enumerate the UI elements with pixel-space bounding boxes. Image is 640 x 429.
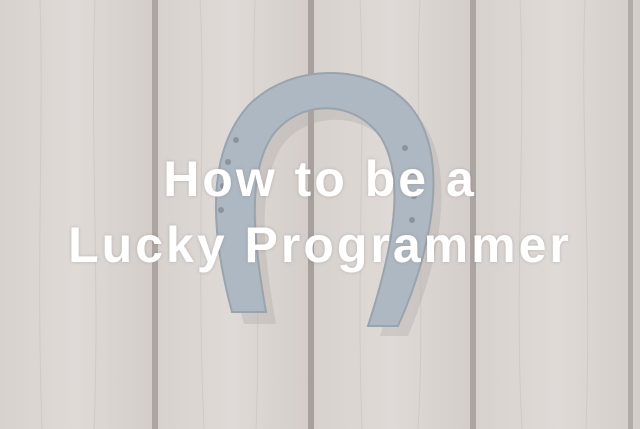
title-line-1: How to be a	[163, 151, 477, 207]
title-line-2: Lucky Programmer	[68, 217, 572, 273]
banner-image: How to be a Lucky Programmer	[0, 0, 640, 429]
banner-title: How to be a Lucky Programmer	[0, 146, 640, 278]
